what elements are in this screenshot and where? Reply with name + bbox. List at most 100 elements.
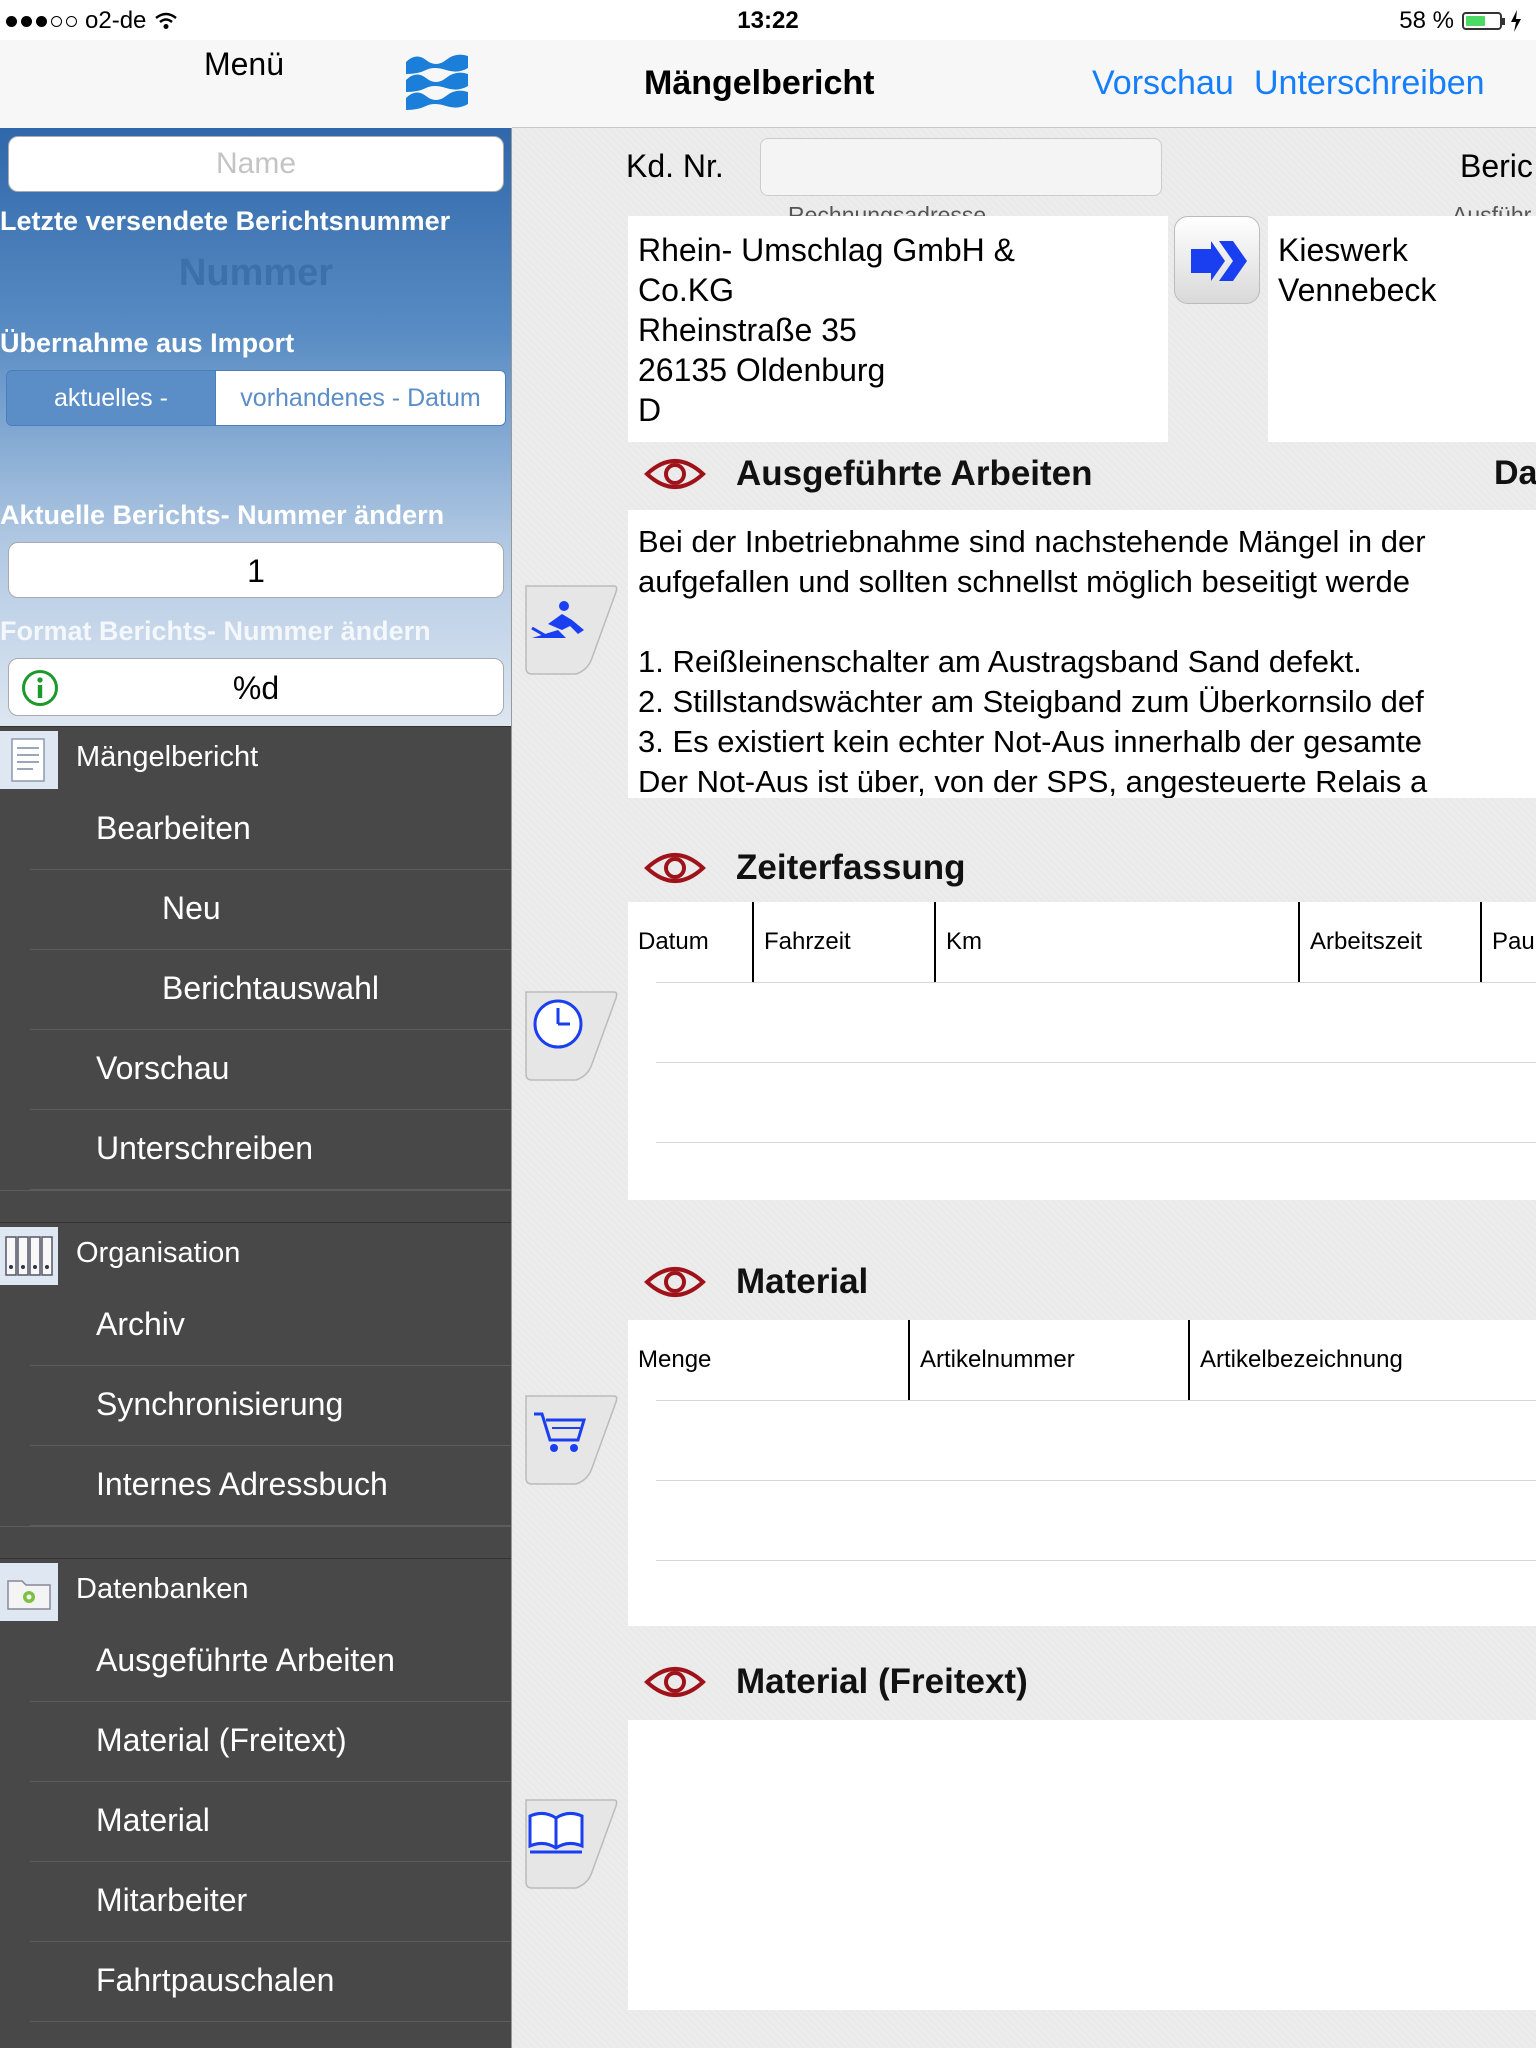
table-row[interactable] (656, 1400, 1536, 1480)
format-input[interactable]: %d (8, 658, 504, 716)
menu-item-label: Archiv (96, 1306, 185, 1342)
section-title-material: Material (736, 1262, 869, 1301)
section-header-organisation: Organisation (0, 1222, 511, 1286)
eye-icon[interactable] (644, 850, 706, 886)
status-time: 13:22 (737, 7, 799, 34)
table-row[interactable] (656, 1480, 1536, 1560)
menu-item-ausgefuehrte-arbeiten[interactable]: Ausgeführte Arbeiten (30, 1622, 511, 1702)
segment-current[interactable]: aktuelles - (7, 371, 216, 425)
import-segmented-control: aktuelles - vorhandenes - Datum (6, 370, 506, 426)
text-line (638, 602, 1536, 642)
waves-logo-icon (406, 54, 468, 110)
menu-item-neu[interactable]: Neu (30, 870, 511, 950)
clock-icon[interactable] (522, 986, 622, 1086)
address-line: Rhein- Umschlag GmbH & (638, 232, 1015, 268)
column-header: Km (934, 902, 1298, 982)
menu-item-label: Vorschau (96, 1050, 230, 1086)
material-freetext-field[interactable] (628, 1720, 1536, 2010)
table-row[interactable] (656, 982, 1536, 1062)
customer-number-label: Kd. Nr. (626, 148, 724, 184)
menu-item-label: Unterschreiben (96, 1130, 313, 1166)
address-line: D (638, 392, 662, 428)
time-table: Datum Fahrzeit Km Arbeitszeit Pau (628, 902, 1536, 1200)
menu-item-synchronisierung[interactable]: Synchronisierung (30, 1366, 511, 1446)
column-header: Fahrzeit (752, 902, 934, 982)
section-title-time: Zeiterfassung (736, 848, 966, 887)
section-header-datenbanken: Datenbanken (0, 1558, 511, 1622)
column-header: Menge (638, 1346, 712, 1373)
last-report-label: Letzte versendete Berichtsnummer (0, 206, 451, 236)
menu-item-archiv[interactable]: Archiv (30, 1286, 511, 1366)
menu-item-label: Ausgeführte Arbeiten (96, 1642, 395, 1678)
menu-item-material[interactable]: Material (30, 1782, 511, 1862)
binders-icon (0, 1227, 58, 1285)
text-line: 2. Stillstandswächter am Steigband zum Ü… (638, 684, 1424, 719)
menu-item-label: Mitarbeiter (96, 1882, 248, 1918)
table-header: Datum Fahrzeit Km Arbeitszeit Pau (628, 902, 1536, 982)
charging-bolt-icon (1511, 10, 1521, 32)
document-icon (0, 731, 58, 789)
eye-icon[interactable] (644, 456, 706, 492)
column-header: Datum (638, 928, 709, 955)
customer-number-input[interactable] (760, 138, 1162, 196)
section-header-time: Zeiterfassung (644, 848, 966, 888)
menu-item-berichtauswahl[interactable]: Berichtauswahl (30, 950, 511, 1030)
eye-icon[interactable] (644, 1664, 706, 1700)
menu-item-label: Internes Adressbuch (96, 1466, 388, 1502)
execution-address-field[interactable]: Kieswerk Vennebeck (1268, 216, 1536, 442)
sign-button[interactable]: Unterschreiben (1254, 64, 1485, 103)
menu-spacer (0, 1526, 511, 1558)
billing-address-field[interactable]: Rhein- Umschlag GmbH & Co.KG Rheinstraße… (628, 216, 1168, 442)
right-navigation-bar: Mängelbericht Vorschau Unterschreiben (512, 40, 1536, 128)
text-line: aufgefallen und sollten schnellst möglic… (638, 564, 1411, 599)
menu-item-vorschau[interactable]: Vorschau (30, 1030, 511, 1110)
eye-icon[interactable] (644, 1264, 706, 1300)
text-line: 3. Es existiert kein echter Not-Aus inne… (638, 724, 1422, 759)
table-header: Menge Artikelnummer Artikelbezeichnung (628, 1320, 1536, 1400)
section-title-maengelbericht: Mängelbericht (76, 741, 259, 773)
report-label: Beric (1460, 148, 1533, 184)
book-icon[interactable] (522, 1794, 622, 1894)
section-header-material: Material (644, 1262, 868, 1302)
info-icon[interactable] (21, 669, 59, 707)
menu-item-mitarbeiter[interactable]: Mitarbeiter (30, 1862, 511, 1942)
copy-address-button[interactable] (1174, 216, 1260, 304)
name-input[interactable]: Name (8, 136, 504, 192)
work-description-field[interactable]: Bei der Inbetriebnahme sind nachstehende… (628, 510, 1536, 798)
table-row[interactable] (656, 1560, 1536, 1626)
column-header: Arbeitszeit (1298, 902, 1480, 982)
text-line: 1. Reißleinenschalter am Austragsband Sa… (638, 644, 1362, 679)
column-header: Artikelnummer (908, 1320, 1188, 1400)
table-row[interactable] (656, 1062, 1536, 1142)
report-form: Kd. Nr. Beric Rechnungsadresse Ausführ R… (512, 128, 1536, 2048)
segment-existing-date[interactable]: vorhandenes - Datum (216, 371, 505, 425)
address-line: Kieswerk (1278, 232, 1408, 268)
column-header: Pau (1480, 902, 1536, 982)
section-header-work: Ausgeführte Arbeiten (644, 454, 1093, 494)
table-row[interactable] (656, 1142, 1536, 1200)
report-number-input[interactable]: 1 (8, 542, 504, 598)
address-line: Rheinstraße 35 (638, 312, 857, 348)
settings-panel: Name Letzte versendete Berichtsnummer Nu… (0, 128, 511, 726)
status-bar: o2-de 13:22 58 % (0, 0, 1536, 40)
address-line: 26135 Oldenburg (638, 352, 886, 388)
menu-item-bearbeiten[interactable]: Bearbeiten (30, 790, 511, 870)
worker-tool-icon[interactable] (522, 580, 622, 680)
date-label: Da (1494, 454, 1536, 492)
menu-item-label: Material (Freitext) (96, 1722, 347, 1758)
format-value: %d (232, 670, 280, 706)
text-line: Der Not-Aus ist über, von der SPS, anges… (638, 764, 1428, 798)
menu-item-unterschreiben[interactable]: Unterschreiben (30, 1110, 511, 1190)
import-label: Übernahme aus Import (0, 328, 295, 358)
menu-item-fahrtpauschalen[interactable]: Fahrtpauschalen (30, 1942, 511, 2022)
menu-spacer (0, 1190, 511, 1222)
menu-item-material-freitext[interactable]: Material (Freitext) (30, 1702, 511, 1782)
section-header-material-free: Material (Freitext) (644, 1662, 1028, 1702)
shopping-cart-icon[interactable] (522, 1390, 622, 1490)
menu-item-internes-adressbuch[interactable]: Internes Adressbuch (30, 1446, 511, 1526)
menu-item-label: Synchronisierung (96, 1386, 344, 1422)
preview-button[interactable]: Vorschau (1092, 64, 1234, 103)
arrow-right-icon (1191, 241, 1247, 281)
column-header: Artikelbezeichnung (1188, 1320, 1536, 1400)
section-title-material-free: Material (Freitext) (736, 1662, 1028, 1701)
